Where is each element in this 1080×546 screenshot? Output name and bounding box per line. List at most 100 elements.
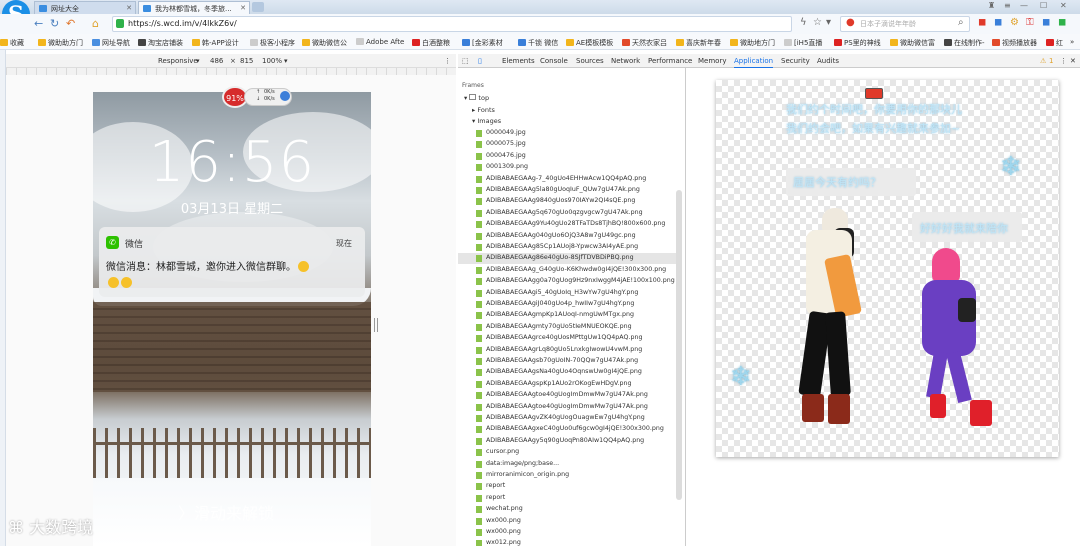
tab-sources[interactable]: Sources <box>576 57 604 65</box>
lightning-icon[interactable]: ϟ <box>800 17 807 28</box>
undo-icon[interactable]: ↶ <box>66 17 75 31</box>
file-item[interactable]: 0000075.jpg <box>476 140 526 149</box>
file-item[interactable]: ADIBABAEGAAgrLq80gUo5LnxkgIwowU4vwM.png <box>475 346 642 354</box>
tree-item-fonts[interactable]: ▸ Fonts <box>472 106 495 114</box>
tab-home[interactable]: 网址大全 ✕ <box>34 1 136 14</box>
file-item[interactable]: ADIBABAEGAAg-7_40gUo4EHHwAcw1QQ4pAQ.png <box>475 175 646 183</box>
key-icon[interactable]: ⚿ <box>1026 17 1034 28</box>
file-item[interactable]: wx000.png <box>476 517 521 525</box>
bookmark-item[interactable]: 千锁 微信 <box>518 38 558 48</box>
tab-memory[interactable]: Memory <box>698 57 726 65</box>
file-item[interactable]: ADIBABAEGAAg86e40gUo-8SJfTDVBDiPBQ.png <box>476 254 634 263</box>
device-toggle-icon[interactable]: ▯ <box>478 57 482 65</box>
extension-icon[interactable]: ⚙ <box>1010 17 1019 28</box>
chevron-down-icon[interactable]: ▾ <box>196 57 200 65</box>
file-item[interactable]: ADIBABAEGAAgmpKp1AUoqI-nmgUwMTgx.png <box>476 311 634 320</box>
bookmark-item[interactable]: 网址导航 <box>92 38 130 48</box>
maximize-icon[interactable]: ☐ <box>1040 1 1047 10</box>
bookmark-item[interactable]: 微助助方门 <box>38 38 83 48</box>
skin-icon[interactable]: ♜ <box>988 1 995 10</box>
bookmark-item[interactable]: 淘宝店铺装 <box>138 38 183 48</box>
bookmark-item[interactable]: 天然农家吕 <box>622 38 667 48</box>
file-item[interactable]: ADIBABAEGAAgtoe40gUogImDmwMw7gU47Ak.png <box>476 391 648 400</box>
file-item[interactable]: ADIBABAEGAAgiJ040gUo4p_hwIIw7gU4hgY.png <box>475 300 634 308</box>
menu-icon[interactable]: ≡ <box>1004 1 1011 10</box>
search-input[interactable]: 日本子滴说年年龄 <box>860 19 916 29</box>
chevron-right-icon[interactable]: » <box>1070 38 1074 46</box>
file-item[interactable]: ADIBABAEGAAg85Cp1AUoj8-Ypwcw3AI4yAE.png <box>475 243 638 251</box>
home-icon[interactable]: ⌂ <box>92 17 99 31</box>
file-item[interactable]: cursor.png <box>475 448 519 457</box>
bookmark-item[interactable]: 极客小程序 <box>250 38 295 48</box>
star-icon[interactable]: ☆ <box>813 17 822 28</box>
close-icon[interactable]: ✕ <box>1070 57 1076 65</box>
tab-elements[interactable]: Elements <box>502 57 535 65</box>
file-item[interactable]: wechat.png <box>476 505 523 514</box>
extension-icon[interactable]: ◼ <box>978 17 986 28</box>
bookmark-item[interactable]: 微助地方门 <box>730 38 775 48</box>
file-item[interactable]: ADIBABAEGAAgmty70gUo5tIeMNUEOKQE.png <box>476 323 632 331</box>
bookmark-item[interactable]: 在线制作- <box>944 38 985 48</box>
file-item[interactable]: ADIBABAEGAAgi5_40gUoIq_H3wYw7gU4hgY.png <box>475 289 638 297</box>
file-item[interactable]: ADIBABAEGAAg040gUo6OjQ3A8w7gU49gc.png <box>476 232 636 240</box>
bookmark-item[interactable]: PS里的神线 <box>834 38 881 48</box>
new-tab-button[interactable] <box>252 2 264 12</box>
file-item[interactable]: ADIBABAEGAAgvZK40gUogOuagwEw7gU4hgY.png <box>476 414 645 422</box>
close-window-icon[interactable]: ✕ <box>1060 1 1067 10</box>
search-icon[interactable]: ⌕ <box>958 17 964 28</box>
extension-icon[interactable]: ◼ <box>994 17 1002 28</box>
back-icon[interactable]: ← <box>34 17 43 31</box>
file-item[interactable]: report <box>475 494 505 502</box>
file-item[interactable]: report <box>475 482 505 491</box>
file-item[interactable]: ADIBABAEGAAgsb70gUoIN-70QQw7gU47Ak.png <box>475 357 638 365</box>
file-item[interactable]: ADIBABAEGAAg5q670gUo0qzgvgcw7gU47Ak.png <box>476 209 643 217</box>
file-item[interactable]: ADIBABAEGAAgy5q90gUoqPn80AIw1QQ4pAQ.png <box>475 437 644 445</box>
tab-network[interactable]: Network <box>611 57 640 65</box>
file-item[interactable]: mirroranimicon_origin.png <box>475 471 569 479</box>
bookmark-item[interactable]: 白酒整粮 <box>412 38 450 48</box>
reload-icon[interactable]: ↻ <box>50 17 59 31</box>
bookmark-item[interactable]: 韩-APP设计 <box>192 38 239 48</box>
tab-performance[interactable]: Performance <box>648 57 692 65</box>
file-item[interactable]: ADIBABAEGAAg9840gUos970IAYw2QI4sQE.png <box>475 197 635 206</box>
chevron-down-icon[interactable]: ▾ <box>826 17 831 28</box>
zoom-select[interactable]: 100% <box>262 57 282 65</box>
file-item[interactable]: ADIBABAEGAAgtoe40gUogImDmwMw7gU47Ak.png <box>476 403 648 411</box>
bookmark-item[interactable]: Adobe Afte <box>356 38 404 46</box>
url-text[interactable]: https://s.wcd.im/v/4lkkZ6v/ <box>128 19 237 28</box>
bookmark-item[interactable]: [iH5直播 <box>784 38 822 48</box>
more-options-icon[interactable]: ⋮ <box>444 57 451 65</box>
tab-console[interactable]: Console <box>540 57 568 65</box>
file-item[interactable]: wx000.png <box>476 528 521 536</box>
bookmark-item[interactable]: 收藏 <box>0 38 24 48</box>
inspect-icon[interactable]: ⬚ <box>462 57 469 65</box>
file-item[interactable]: 0000476.jpg <box>476 152 526 160</box>
file-item[interactable]: ADIBABAEGAAgsNa40gUo4OqnswUw0gI4jQE.png <box>476 368 642 377</box>
slide-to-unlock[interactable]: 〉滑动来解锁 <box>178 500 274 524</box>
tab-audits[interactable]: Audits <box>817 57 839 65</box>
file-item[interactable]: ADIBABAEGAAgspKp1AUo2rOKogEwHDgV.png <box>476 380 632 388</box>
bookmark-item[interactable]: 红 <box>1046 38 1063 48</box>
file-item[interactable]: ADIBABAEGAAg5la80gUoqIuF_QUw7gU47Ak.png <box>476 186 640 194</box>
extension-icon[interactable]: ◼ <box>1058 17 1066 28</box>
device-mode-select[interactable]: Responsive <box>158 57 198 65</box>
file-item[interactable]: ADIBABAEGAAgxeC40gUo0uf6gcw0gI4jQE!300x3… <box>476 425 664 434</box>
file-item[interactable]: data:image/png;base... <box>475 460 559 468</box>
sidebar-scrollbar[interactable] <box>676 190 682 500</box>
more-options-icon[interactable]: ⋮ <box>1060 57 1067 65</box>
file-item[interactable]: 0001309.png <box>475 163 528 172</box>
device-height-input[interactable]: 815 <box>240 57 253 65</box>
file-item[interactable]: 0000049.jpg <box>476 129 526 137</box>
warning-icon[interactable]: ⚠ <box>1040 57 1046 65</box>
tree-item-images[interactable]: ▾ Images <box>472 117 501 125</box>
extension-icon[interactable]: ◼ <box>1042 17 1050 28</box>
resize-handle[interactable] <box>374 318 378 332</box>
bookmark-item[interactable]: [金彩素材 <box>462 38 503 48</box>
bookmark-item[interactable]: 视频播放器 <box>992 38 1037 48</box>
tab-active-page[interactable]: 我为林都雪城，冬季旅... ✕ <box>138 1 250 14</box>
file-item[interactable]: ADIBABAEGAAg9Yu40gUo28TFaTDs8TjhBQ!800x6… <box>475 220 665 229</box>
bookmark-item[interactable]: 微助微信富 <box>890 38 935 48</box>
bookmark-item[interactable]: 微助微信公 <box>302 38 347 48</box>
close-icon[interactable]: ✕ <box>240 4 246 12</box>
minimize-icon[interactable]: — <box>1020 1 1028 10</box>
